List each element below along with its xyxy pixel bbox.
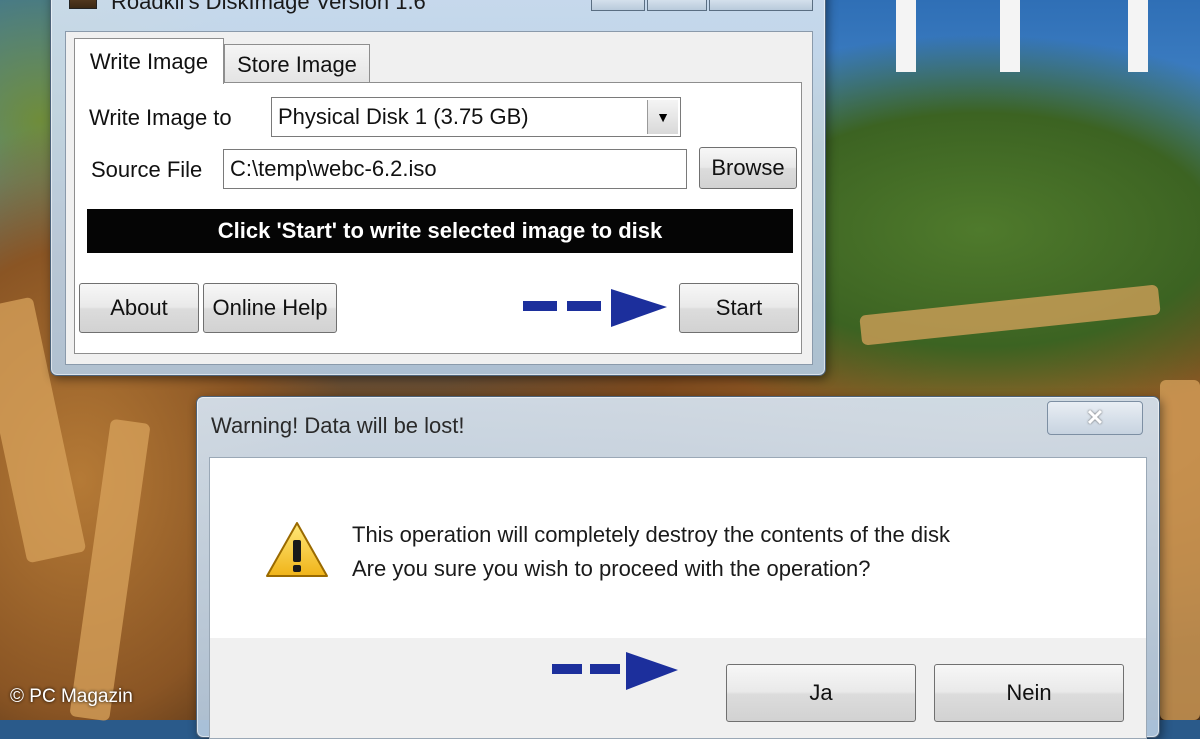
minimize-button[interactable] [591,0,645,11]
warning-icon [266,522,328,577]
dialog-title: Warning! Data will be lost! [211,413,465,438]
chevron-down-icon[interactable]: ▼ [647,100,678,134]
dialog-title-bar[interactable]: Warning! Data will be lost! ✕ [197,397,1159,447]
tab-store-image[interactable]: Store Image [224,44,370,84]
write-image-to-label: Write Image to [89,105,232,130]
app-icon [69,0,97,9]
status-message: Click 'Start' to write selected image to… [217,218,663,243]
wallpaper-branch [859,284,1161,346]
title-bar[interactable]: Roadkil's DiskImage Version 1.6 [51,0,825,14]
no-button[interactable]: Nein [934,664,1124,722]
write-image-panel: Write Image to Physical Disk 1 (3.75 GB)… [74,82,802,354]
wallpaper-branch [69,418,151,722]
dialog-button-area: Ja Nein [210,638,1146,738]
close-icon: ✕ [1085,405,1105,430]
about-button[interactable]: About [79,283,199,333]
online-help-button[interactable]: Online Help [203,283,337,333]
maximize-button[interactable] [647,0,707,11]
source-file-value: C:\temp\webc-6.2.iso [230,156,437,181]
copyright-watermark: © PC Magazin [10,686,133,707]
yes-button[interactable]: Ja [726,664,916,722]
write-image-to-select[interactable]: Physical Disk 1 (3.75 GB) ▼ [271,97,681,137]
wallpaper-stripe [896,0,916,72]
source-file-input[interactable]: C:\temp\webc-6.2.iso [223,149,687,189]
browse-button[interactable]: Browse [699,147,797,189]
warning-dialog: Warning! Data will be lost! ✕ This opera… [196,396,1160,739]
source-file-label: Source File [91,157,203,182]
warning-message-line-2: Are you sure you wish to proceed with th… [352,556,871,581]
close-button[interactable] [709,0,813,11]
warning-message-line-1: This operation will completely destroy t… [352,522,950,547]
window-title: Roadkil's DiskImage Version 1.6 [111,0,426,14]
wallpaper-stripe [1000,0,1020,72]
dialog-body: This operation will completely destroy t… [209,457,1147,739]
status-message-bar: Click 'Start' to write selected image to… [87,209,793,253]
dialog-close-button[interactable]: ✕ [1047,401,1143,435]
window-client-area: Write Image Store Image Write Image to P… [65,31,813,365]
tab-write-image[interactable]: Write Image [74,38,224,84]
write-image-to-value: Physical Disk 1 (3.75 GB) [278,104,529,129]
wallpaper-stripe [1128,0,1148,72]
annotation-arrow [523,289,667,327]
start-button[interactable]: Start [679,283,799,333]
wallpaper-branch [1160,380,1200,720]
annotation-arrow [552,652,678,690]
diskimage-window: Roadkil's DiskImage Version 1.6 Write Im… [50,0,826,376]
